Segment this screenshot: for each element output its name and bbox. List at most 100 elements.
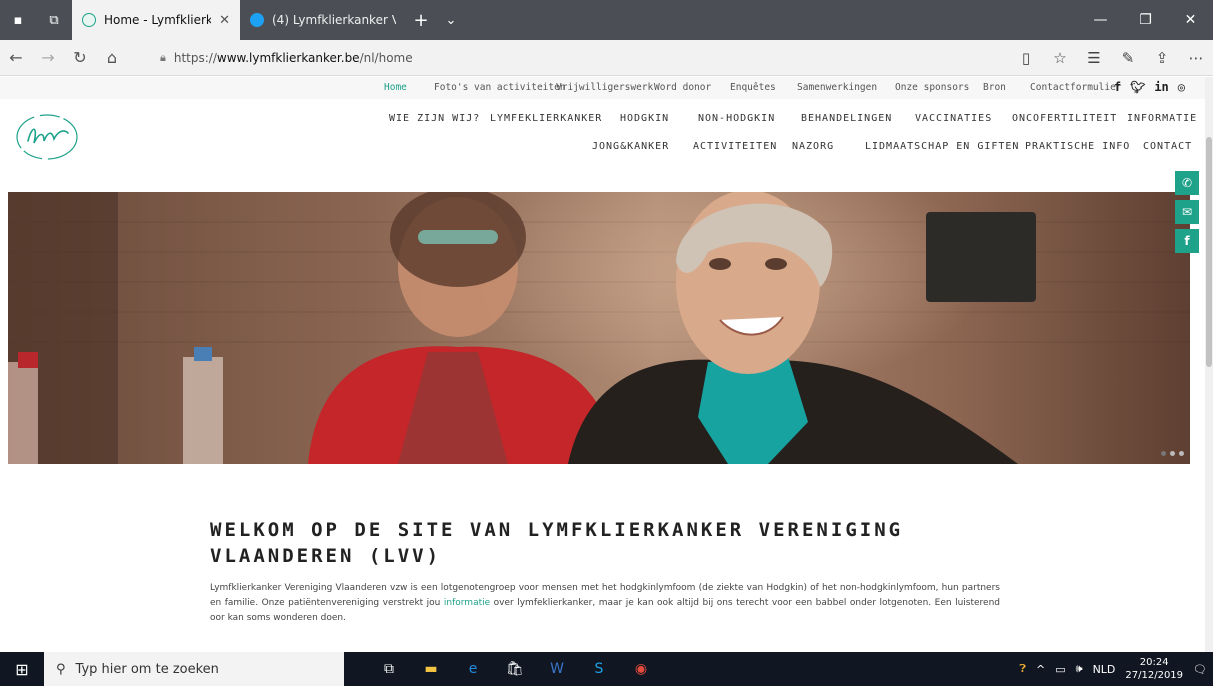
topnav-word-donor[interactable]: Word donor [654,82,711,93]
informatie-link[interactable]: informatie [444,598,490,608]
lock-icon: 🔒︎ [160,51,166,64]
facebook-icon[interactable]: f [1114,80,1121,94]
nav-oncofertiliteit[interactable]: ONCOFERTILITEIT [1012,113,1117,124]
nav-hodgkin[interactable]: HODGKIN [620,113,669,124]
address-bar-row: ← → ↻ ⌂ 🔒︎ https://www.lymfklierkanker.b… [0,40,1213,76]
share-icon[interactable]: ⇪ [1145,49,1179,67]
topnav-bron[interactable]: Bron [983,82,1006,93]
show-hidden-icons-chevron-icon[interactable]: ^ [1036,663,1045,676]
word-icon[interactable]: W [542,654,572,684]
slider-dot[interactable] [1170,451,1175,456]
notifications-icon[interactable]: 🗨︎ [1193,663,1207,676]
nav-praktische-info[interactable]: PRAKTISCHE INFO [1025,141,1130,152]
top-utility-nav: Home Foto's van activiteiten Vrijwillige… [0,77,1205,99]
topnav-home[interactable]: Home [384,82,407,93]
windows-start-icon[interactable]: ⊞ [0,652,44,686]
task-view-icon[interactable]: ⧉ [374,654,404,684]
more-icon[interactable]: ⋯ [1179,49,1213,67]
taskbar-search[interactable]: ⚲ Typ hier om te zoeken [44,652,344,686]
close-window-icon[interactable]: ✕ [1168,0,1213,40]
nav-wie-zijn-wij[interactable]: WIE ZIJN WIJ? [389,113,480,124]
floating-contact-buttons: ✆ ✉ f [1175,171,1199,253]
nav-informatie[interactable]: INFORMATIE [1127,113,1197,124]
topnav-onze-sponsors[interactable]: Onze sponsors [895,82,969,93]
nav-contact[interactable]: CONTACT [1143,141,1192,152]
facebook-icon[interactable]: f [1175,229,1199,253]
taskbar-apps: ⧉ ▬ e 🛍︎ W S ◉ [374,654,656,684]
phone-icon[interactable]: ✆ [1175,171,1199,195]
nav-nazorg[interactable]: NAZORG [792,141,834,152]
search-icon: ⚲ [56,661,66,677]
volume-icon[interactable]: 🕪︎ [1076,662,1083,676]
nav-lymfeklierkanker[interactable]: LYMFEKLIERKANKER [490,113,602,124]
slider-dots [1161,451,1184,456]
edge-icon[interactable]: e [458,654,488,684]
top-social-links: f 🐦︎ in ◎ [1114,80,1185,94]
clock-time: 20:24 [1139,657,1169,668]
linkedin-icon[interactable]: in [1154,80,1168,94]
topnav-enquetes[interactable]: Enquêtes [730,82,776,93]
hero-photo [8,192,1190,464]
nav-vaccinaties[interactable]: VACCINATIES [915,113,992,124]
url-path: /nl/home [359,51,413,65]
topnav-fotos[interactable]: Foto's van activiteiten [434,82,566,93]
restore-icon[interactable]: ❐ [1123,0,1168,40]
store-icon[interactable]: 🛍︎ [500,654,530,684]
windows-taskbar: ⊞ ⚲ Typ hier om te zoeken ⧉ ▬ e 🛍︎ W S ◉… [0,652,1213,686]
pen-icon[interactable]: ✎ [1111,49,1145,67]
favorite-star-icon[interactable]: ☆ [1043,49,1077,67]
tab-title: Home - Lymfklierkanker [104,13,212,27]
forward-icon[interactable]: → [32,40,64,76]
search-placeholder: Typ hier om te zoeken [75,661,219,677]
file-explorer-icon[interactable]: ▬ [416,654,446,684]
twitter-icon [250,13,264,27]
tab-lymfklierkanker-home[interactable]: Home - Lymfklierkanker ✕ [72,0,240,40]
close-tab-icon[interactable]: ✕ [219,13,230,28]
main-navigation: WIE ZIJN WIJ? LYMFEKLIERKANKER HODGKIN N… [0,113,1205,173]
new-tab-icon[interactable]: + [406,0,436,40]
reading-view-icon[interactable]: ▯ [1009,49,1043,67]
topnav-samenwerkingen[interactable]: Samenwerkingen [797,82,877,93]
help-icon[interactable]: ❓︎ [1019,662,1026,676]
url-input[interactable]: 🔒︎ https://www.lymfklierkanker.be/nl/hom… [160,46,1030,70]
battery-icon[interactable]: ▭ [1055,663,1065,676]
tab-preview-chevron-icon[interactable]: ⌄ [436,0,466,40]
website: Home Foto's van activiteiten Vrijwillige… [0,77,1205,652]
topnav-contactformulier[interactable]: Contactformulier [1030,82,1122,93]
intro-paragraph: Lymfklierkanker Vereniging Vlaanderen vz… [210,581,1000,626]
tab-actions-icon[interactable]: ▪ [0,0,36,40]
page-title: WELKOM OP DE SITE VAN LYMFKLIERKANKER VE… [210,519,904,567]
welcome-section: WELKOM OP DE SITE VAN LYMFKLIERKANKER VE… [210,517,1000,626]
back-icon[interactable]: ← [0,40,32,76]
nav-lidmaatschap-en-giften[interactable]: LIDMAATSCHAP EN GIFTEN [865,141,1019,152]
home-icon[interactable]: ⌂ [96,40,128,76]
tab-twitter[interactable]: (4) Lymfklierkanker VV vzw [240,0,406,40]
twitter-icon[interactable]: 🐦︎ [1130,80,1145,94]
favorites-list-icon[interactable]: ☰ [1077,49,1111,67]
set-aside-tabs-icon[interactable]: ⧉ [36,0,72,40]
nav-non-hodgkin[interactable]: NON-HODGKIN [698,113,775,124]
page-scrollbar[interactable] [1205,77,1213,652]
nav-behandelingen[interactable]: BEHANDELINGEN [801,113,892,124]
nav-activiteiten[interactable]: ACTIVITEITEN [693,141,777,152]
browser-tabbar: ▪ ⧉ Home - Lymfklierkanker ✕ (4) Lymfkli… [0,0,1213,40]
scrollbar-thumb[interactable] [1206,137,1212,367]
refresh-icon[interactable]: ↻ [64,40,96,76]
clock-date: 27/12/2019 [1125,670,1184,681]
slider-dot[interactable] [1161,451,1166,456]
address-bar-actions: ▯ ☆ ☰ ✎ ⇪ ⋯ [1009,40,1213,76]
slider-dot[interactable] [1179,451,1184,456]
mail-icon[interactable]: ✉ [1175,200,1199,224]
clock[interactable]: 20:24 27/12/2019 [1125,656,1183,682]
topnav-vrijwilligerswerk[interactable]: Vrijwilligerswerk [556,82,653,93]
language-indicator[interactable]: NLD [1093,663,1116,676]
chrome-icon[interactable]: ◉ [626,654,656,684]
site-favicon-icon [82,13,96,27]
minimize-icon[interactable]: — [1078,0,1123,40]
url-domain: www.lymfklierkanker.be [216,51,360,65]
nav-jong-en-kanker[interactable]: JONG&KANKER [592,141,669,152]
hero-slider[interactable] [8,192,1190,464]
system-tray: ❓︎ ^ ▭ 🕪︎ NLD 20:24 27/12/2019 🗨︎ [1019,652,1213,686]
skype-icon[interactable]: S [584,654,614,684]
instagram-icon[interactable]: ◎ [1178,80,1185,94]
